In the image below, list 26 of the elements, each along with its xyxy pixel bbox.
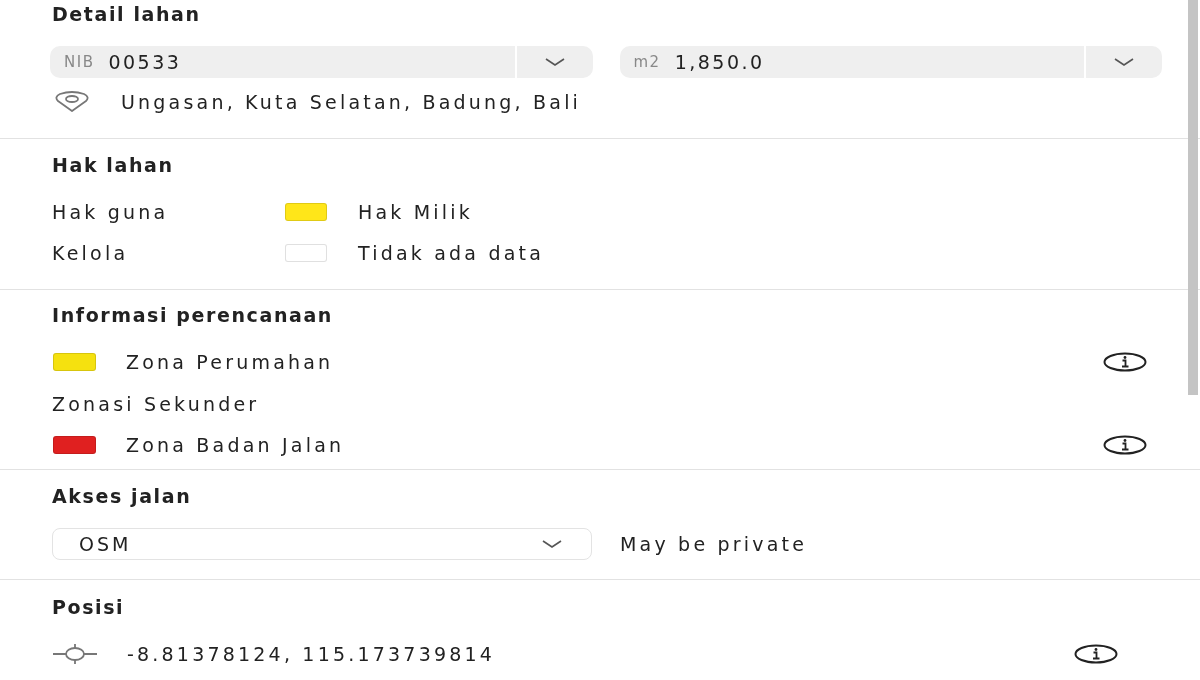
right-label: Hak guna	[52, 200, 170, 224]
section-title: Informasi perencanaan	[52, 303, 333, 327]
section-title: Hak lahan	[52, 153, 174, 177]
chevron-down-icon	[543, 57, 566, 67]
info-icon[interactable]	[1074, 644, 1118, 664]
coordinates-text: -8.81378124, 115.173739814	[127, 642, 497, 666]
dropdown-field[interactable]: NIB 00533	[50, 46, 593, 78]
section-title: Akses jalan	[52, 484, 192, 508]
zone-label: Zona Badan Jalan	[126, 433, 346, 457]
info-icon[interactable]	[1103, 435, 1147, 455]
source-dropdown[interactable]: OSM	[52, 528, 592, 560]
crosshair-icon	[52, 643, 98, 665]
chevron-down-icon	[541, 539, 563, 549]
section-title: Posisi	[52, 595, 125, 619]
legend-label: Hak Milik	[358, 200, 474, 224]
location-text: Ungasan, Kuta Selatan, Badung, Bali	[121, 90, 582, 114]
subheading: Zonasi Sekunder	[52, 392, 260, 416]
info-icon[interactable]	[1103, 352, 1147, 372]
section-title: Detail lahan	[52, 2, 201, 26]
legend-label: Tidak ada data	[358, 241, 546, 265]
zone-label: Zona Perumahan	[126, 350, 335, 374]
access-note: May be private	[620, 532, 808, 556]
right-label: Kelola	[52, 241, 130, 265]
dropdown-field[interactable]: m2 1,850.0	[619, 46, 1162, 78]
scrollbar[interactable]	[1188, 0, 1198, 395]
chevron-down-icon	[1113, 57, 1135, 67]
